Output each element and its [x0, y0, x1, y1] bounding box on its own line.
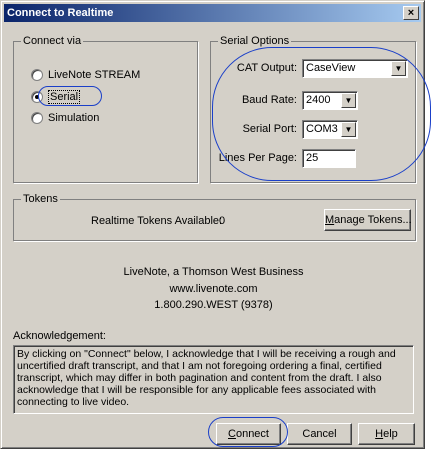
- baud-rate-select[interactable]: 2400 ▼: [302, 91, 358, 110]
- help-button[interactable]: Help: [358, 423, 415, 445]
- company-website: www.livenote.com: [169, 283, 258, 295]
- radio-label: LiveNote STREAM: [48, 69, 141, 81]
- lines-per-page-input[interactable]: 25: [302, 149, 356, 168]
- company-name: LiveNote, a Thomson West Business: [123, 266, 304, 278]
- radio-label: Simulation: [48, 112, 100, 124]
- title-bar: Connect to Realtime ×: [4, 4, 421, 22]
- serial-port-label: Serial Port:: [242, 123, 297, 135]
- radio-label: Serial: [48, 90, 81, 104]
- baud-rate-value: 2400: [306, 94, 331, 106]
- chevron-down-icon[interactable]: ▼: [341, 93, 356, 108]
- close-button[interactable]: ×: [403, 6, 419, 20]
- cancel-button[interactable]: Cancel: [287, 423, 352, 445]
- tokens-available-count: 0: [219, 215, 226, 227]
- tokens-legend: Tokens: [21, 193, 60, 205]
- tokens-group: Tokens Realtime Tokens Available: 0 Mana…: [13, 193, 416, 241]
- connect-via-group: Connect via LiveNote STREAM Serial Simul…: [13, 35, 198, 183]
- connect-dialog: Connect to Realtime × Connect via LiveNo…: [0, 0, 425, 449]
- connect-via-legend: Connect via: [21, 35, 84, 47]
- manage-tokens-label: anage Tokens...: [334, 214, 412, 226]
- company-phone: 1.800.290.WEST (9378): [154, 299, 273, 311]
- serial-port-select[interactable]: COM3 ▼: [302, 120, 358, 139]
- serial-port-value: COM3: [306, 123, 338, 135]
- chevron-down-icon[interactable]: ▼: [391, 61, 406, 76]
- window-title: Connect to Realtime: [7, 7, 114, 19]
- connect-button[interactable]: Connect: [216, 423, 281, 445]
- radio-button-icon: [31, 69, 43, 81]
- acknowledgement-text: By clicking on "Connect" below, I acknow…: [13, 345, 414, 414]
- cat-output-value: CaseView: [306, 62, 356, 74]
- cat-output-select[interactable]: CaseView ▼: [302, 59, 408, 78]
- serial-options-group: Serial Options CAT Output: CaseView ▼ Ba…: [210, 35, 416, 183]
- lines-per-page-label: Lines Per Page:: [218, 152, 297, 164]
- radio-button-icon: [31, 112, 43, 124]
- serial-options-legend: Serial Options: [218, 35, 292, 47]
- close-icon: ×: [407, 7, 415, 19]
- manage-tokens-button[interactable]: Manage Tokens...: [324, 209, 412, 231]
- cat-output-label: CAT Output:: [236, 62, 297, 74]
- chevron-down-icon[interactable]: ▼: [341, 122, 356, 137]
- tokens-available-label: Realtime Tokens Available:: [91, 215, 223, 227]
- radio-button-icon: [31, 91, 43, 103]
- cancel-label: Cancel: [302, 428, 337, 440]
- acknowledgement-label: Acknowledgement:: [13, 330, 106, 342]
- baud-rate-label: Baud Rate:: [241, 94, 297, 106]
